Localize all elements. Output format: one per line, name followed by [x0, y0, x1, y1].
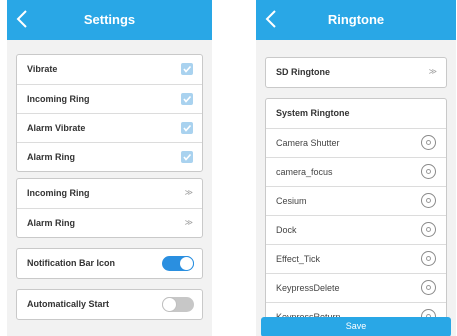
double-chevron-right-icon: ≫ [184, 188, 193, 197]
ringtone-radio[interactable] [421, 164, 436, 179]
ringtone-label: KeypressDelete [276, 283, 340, 293]
setting-row-vibrate[interactable]: Vibrate [17, 55, 202, 84]
ringtone-screen: Ringtone SD Ringtone ≫ System Ringtone C… [256, 0, 456, 336]
double-chevron-right-icon: ≫ [428, 67, 437, 76]
setting-row-incoming-ring[interactable]: Incoming Ring [17, 84, 202, 113]
setting-label: Alarm Ring [27, 218, 76, 228]
setting-label: Notification Bar Icon [27, 258, 116, 268]
sd-ringtone-row[interactable]: SD Ringtone ≫ [266, 58, 446, 87]
ringtone-label: Effect_Tick [276, 254, 321, 264]
radio-dot [426, 198, 431, 203]
incoming-ring-checkbox[interactable] [181, 93, 193, 105]
sd-ringtone-card: SD Ringtone ≫ [265, 57, 447, 88]
setting-row-incoming-ring-link[interactable]: Incoming Ring ≫ [17, 179, 202, 208]
alarm-vibrate-checkbox[interactable] [181, 122, 193, 134]
system-ringtone-header: System Ringtone [266, 99, 446, 128]
page-title: Ringtone [327, 12, 385, 27]
ringtone-links-card: Incoming Ring ≫ Alarm Ring ≫ [16, 178, 203, 238]
setting-label: Automatically Start [27, 299, 110, 309]
radio-dot [426, 256, 431, 261]
ringtone-label: camera_focus [276, 167, 333, 177]
ringtone-item[interactable]: KeypressDelete [266, 273, 446, 302]
ringtone-radio[interactable] [421, 193, 436, 208]
ringtone-item[interactable]: Dock [266, 215, 446, 244]
radio-dot [426, 140, 431, 145]
ringtone-radio[interactable] [421, 280, 436, 295]
setting-label: Incoming Ring [27, 188, 90, 198]
ringtone-label: Camera Shutter [276, 138, 340, 148]
sd-ringtone-label: SD Ringtone [276, 67, 330, 77]
vibrate-checkbox[interactable] [181, 63, 193, 75]
toggle-knob [162, 297, 177, 312]
setting-row-alarm-vibrate[interactable]: Alarm Vibrate [17, 113, 202, 142]
ringtone-radio[interactable] [421, 251, 436, 266]
setting-label: Incoming Ring [27, 94, 90, 104]
radio-dot [426, 169, 431, 174]
ringtone-item[interactable]: camera_focus [266, 157, 446, 186]
ringtone-app-bar: Ringtone [256, 0, 456, 40]
save-button[interactable]: Save [261, 317, 451, 336]
setting-label: Alarm Ring [27, 152, 76, 162]
ringtone-radio[interactable] [421, 222, 436, 237]
ringtone-radio[interactable] [421, 135, 436, 150]
setting-label: Vibrate [27, 64, 58, 74]
toggle-knob [179, 256, 194, 271]
ringtone-item[interactable]: Camera Shutter [266, 128, 446, 157]
setting-row-automatically-start[interactable]: Automatically Start [17, 290, 202, 319]
ringtone-label: Dock [276, 225, 297, 235]
settings-screen: Settings Vibrate Incoming Ring Alarm Vib… [7, 0, 212, 336]
auto-start-card: Automatically Start [16, 289, 203, 320]
section-title: System Ringtone [276, 108, 350, 118]
radio-dot [426, 285, 431, 290]
ringtone-item[interactable]: Cesium [266, 186, 446, 215]
setting-row-alarm-ring[interactable]: Alarm Ring [17, 142, 202, 171]
automatically-start-toggle[interactable] [162, 297, 194, 312]
ringtone-item[interactable]: Effect_Tick [266, 244, 446, 273]
system-ringtone-card: System Ringtone Camera Shutter camera_fo… [265, 98, 447, 332]
setting-row-notification-bar-icon[interactable]: Notification Bar Icon [17, 249, 202, 278]
vibration-ring-card: Vibrate Incoming Ring Alarm Vibrate Alar… [16, 54, 203, 172]
settings-app-bar: Settings [7, 0, 212, 40]
notification-card: Notification Bar Icon [16, 248, 203, 279]
ringtone-label: Cesium [276, 196, 307, 206]
setting-row-alarm-ring-link[interactable]: Alarm Ring ≫ [17, 208, 202, 237]
setting-label: Alarm Vibrate [27, 123, 86, 133]
alarm-ring-checkbox[interactable] [181, 151, 193, 163]
page-title: Settings [83, 12, 136, 27]
double-chevron-right-icon: ≫ [184, 218, 193, 227]
radio-dot [426, 227, 431, 232]
notification-bar-icon-toggle[interactable] [162, 256, 194, 271]
